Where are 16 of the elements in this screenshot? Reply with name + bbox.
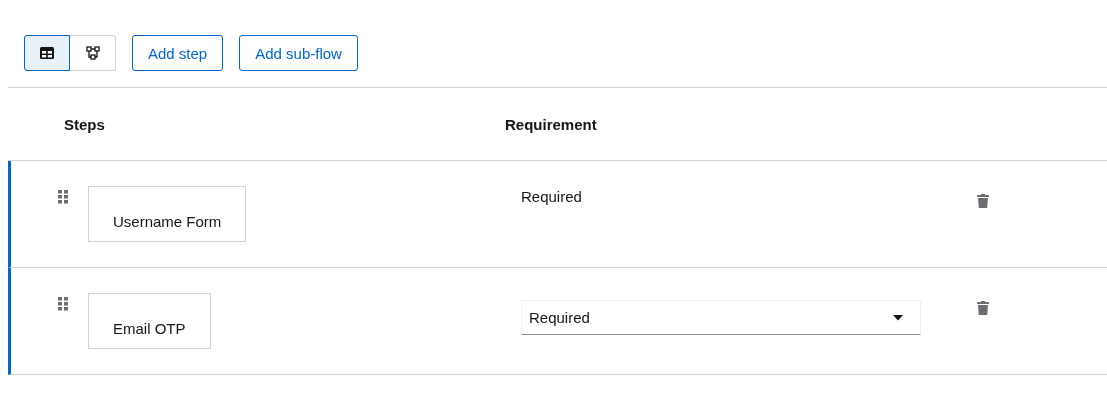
requirement-text: Required (521, 188, 582, 205)
column-header: Steps (64, 115, 106, 133)
caret-icon (893, 314, 903, 321)
drag-handle-icon[interactable] (58, 297, 68, 311)
add-button[interactable]: Add sub-flow (239, 35, 358, 71)
step-card[interactable]: Username Form (88, 186, 247, 242)
diagram-icon (85, 46, 100, 60)
column-header: Requirement (505, 115, 597, 133)
table-icon (40, 47, 54, 59)
view-toggle-button[interactable] (24, 35, 70, 71)
add-button[interactable]: Add step (132, 35, 224, 71)
requirement-select[interactable]: Required (521, 300, 921, 335)
delete-icon[interactable] (977, 194, 989, 208)
step-card[interactable]: Email OTP (88, 293, 211, 349)
drag-handle-icon[interactable] (58, 190, 68, 204)
delete-icon[interactable] (977, 301, 989, 315)
